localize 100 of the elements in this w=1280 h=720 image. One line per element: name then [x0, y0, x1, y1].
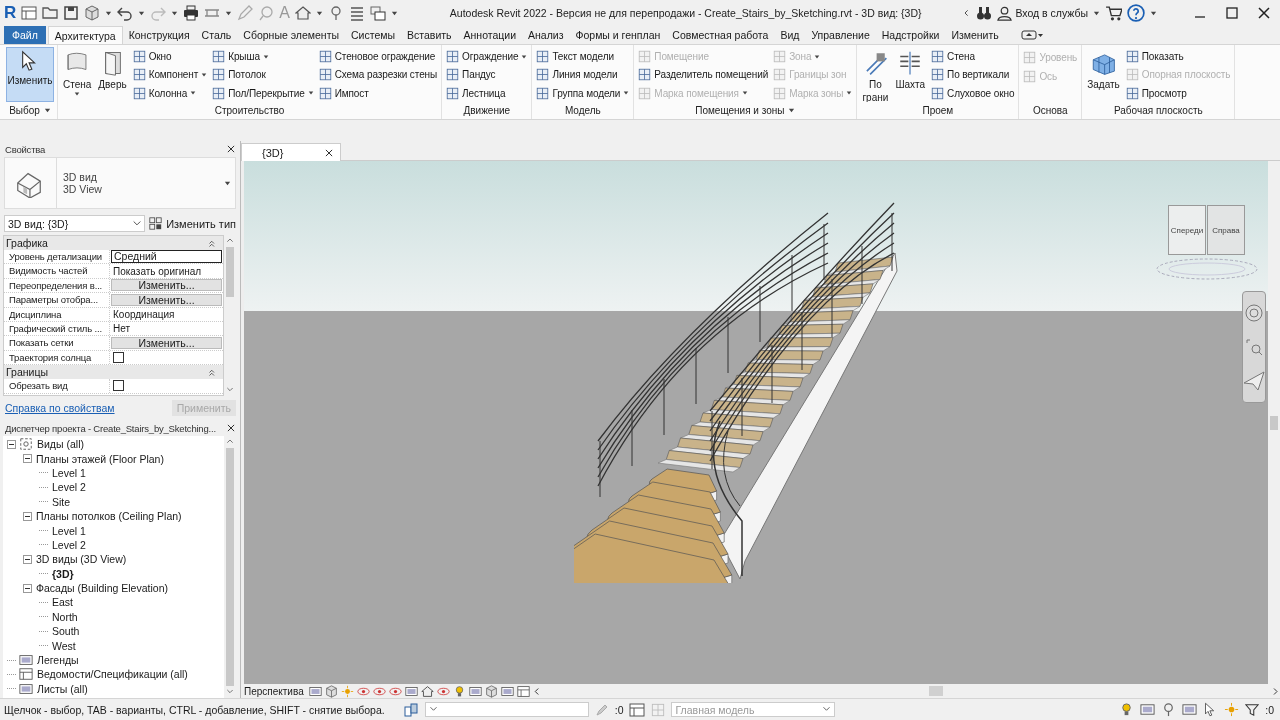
caret-icon[interactable]	[390, 9, 398, 17]
ribbon-tab[interactable]: Надстройки	[875, 26, 946, 44]
sign-in-button[interactable]: Вход в службы	[997, 5, 1088, 21]
arrow-right-icon[interactable]	[1271, 686, 1280, 696]
collapse-icon[interactable]	[7, 439, 16, 449]
tree-item[interactable]: {3D}	[51, 567, 75, 580]
ribbon-tab[interactable]: Формы и генплан	[569, 26, 667, 44]
ribbon-tab[interactable]: Вставить	[401, 26, 458, 44]
caret-icon[interactable]	[1093, 9, 1100, 17]
tool-button[interactable]: Стеновое ограждение	[317, 48, 439, 66]
scrollbar[interactable]	[224, 436, 236, 698]
panel-title-button[interactable]: Помещения и зоны	[695, 105, 796, 116]
caret-icon[interactable]	[1150, 9, 1157, 17]
tool-button[interactable]: Потолок	[211, 66, 315, 84]
caret-icon[interactable]	[225, 9, 233, 17]
tool-button[interactable]: Текст модели	[535, 48, 631, 66]
tool-button[interactable]: Колонна	[131, 84, 209, 102]
help-link[interactable]: Справка по свойствам	[5, 401, 115, 414]
close-icon[interactable]	[226, 144, 236, 154]
cube-face[interactable]: Справа	[1207, 205, 1245, 255]
steering-wheel-icon[interactable]	[1244, 303, 1264, 324]
view-style-label[interactable]: Перспектива	[244, 685, 304, 697]
checkbox[interactable]	[113, 351, 124, 363]
cart-icon[interactable]	[1105, 4, 1122, 22]
navigation-bar[interactable]	[1242, 291, 1266, 403]
tool-button[interactable]: Пандус	[445, 66, 529, 84]
type-selector[interactable]: 3D вид 3D View	[4, 157, 236, 209]
tree-item[interactable]: Level 2	[51, 481, 87, 494]
tool-button[interactable]: Крыша	[211, 48, 315, 66]
tool-button[interactable]: Изменить	[6, 47, 54, 102]
tree-item[interactable]: Level 1	[51, 524, 87, 537]
print-icon[interactable]	[183, 5, 200, 21]
caret-icon[interactable]	[315, 9, 323, 17]
save-icon[interactable]	[63, 5, 80, 21]
ribbon-tab[interactable]: Аннотации	[457, 26, 523, 44]
property-field[interactable]: Средний	[111, 250, 222, 264]
unlock-view-icon[interactable]	[420, 684, 434, 698]
tool-button[interactable]: Пол/Перекрытие	[211, 84, 315, 102]
table-icon[interactable]	[629, 701, 646, 718]
switch-windows-icon[interactable]	[369, 5, 386, 21]
collapse-icon[interactable]	[23, 511, 32, 521]
tree-item[interactable]: North	[51, 610, 79, 623]
tree-item[interactable]: South	[51, 625, 81, 638]
collapse-icon[interactable]	[23, 583, 32, 593]
tool-button[interactable]: Дверь	[96, 47, 129, 102]
tool-button[interactable]: Линия модели	[535, 66, 631, 84]
tree-item[interactable]: Планы потолков (Ceiling Plan)	[35, 510, 183, 523]
scrollbar-thumb[interactable]	[929, 686, 944, 696]
ribbon-tab[interactable]: Архитектура	[47, 26, 123, 44]
tree-item[interactable]: West	[51, 639, 77, 652]
tree-item[interactable]: Планы этажей (Floor Plan)	[35, 452, 165, 465]
ribbon-tab[interactable]: Вид	[774, 26, 806, 44]
tool-button[interactable]: Импост	[317, 84, 439, 102]
view-tab[interactable]: {3D}	[241, 143, 341, 161]
checkbox[interactable]	[113, 380, 124, 392]
tree-item[interactable]: Level 1	[51, 466, 87, 479]
panel-title-button[interactable]: Выбор	[9, 105, 51, 116]
folder-icon[interactable]	[42, 5, 59, 21]
edit-button[interactable]: Изменить...	[111, 279, 222, 292]
app-logo[interactable]: R	[4, 4, 17, 22]
paper-plane-icon[interactable]	[1243, 370, 1265, 391]
tree-item[interactable]: Level 2	[51, 538, 87, 551]
tree-item[interactable]: Site	[51, 495, 72, 508]
maximize-button[interactable]	[1224, 5, 1240, 21]
edit-button[interactable]: Изменить...	[111, 293, 222, 306]
tree-item[interactable]: Легенды	[36, 654, 80, 667]
edit-button[interactable]: Изменить...	[111, 337, 222, 350]
collapse-icon[interactable]	[23, 454, 32, 464]
tool-button[interactable]: Ограждение	[445, 48, 529, 66]
tree-item[interactable]: 3D виды (3D View)	[35, 553, 128, 566]
workset-icon[interactable]	[402, 701, 419, 718]
visual-style-icon[interactable]	[324, 684, 338, 698]
ribbon-tab[interactable]: Сталь	[195, 26, 238, 44]
instance-dropdown[interactable]: 3D вид: {3D}	[4, 215, 146, 232]
caret-icon[interactable]	[138, 9, 146, 17]
tool-button[interactable]: По вертикали	[930, 66, 1016, 84]
filter-icon[interactable]	[1245, 702, 1260, 717]
tool-button[interactable]: Стена	[61, 47, 94, 102]
tool-button[interactable]: Лестница	[445, 84, 529, 102]
ribbon-tab[interactable]: Файл	[4, 26, 46, 44]
window-icon[interactable]	[21, 5, 38, 21]
close-icon[interactable]	[226, 423, 236, 433]
close-button[interactable]	[1256, 5, 1272, 21]
tool-button[interactable]: Шахта	[893, 47, 928, 102]
tool-button[interactable]: Показать	[1124, 48, 1232, 66]
tool-button[interactable]: Стена	[930, 48, 1016, 66]
3d-view-icon[interactable]	[294, 5, 311, 21]
close-icon[interactable]	[324, 147, 334, 158]
scrollbar-thumb[interactable]	[1270, 415, 1278, 430]
scrollbar-thumb[interactable]	[226, 448, 234, 686]
tool-button[interactable]: Слуховое окно	[930, 84, 1016, 102]
tool-button[interactable]: Задать	[1085, 47, 1122, 102]
tree-item[interactable]: Фасады (Building Elevation)	[35, 582, 169, 595]
tool-button[interactable]: Схема разрезки стены	[317, 66, 439, 84]
tool-button[interactable]: Просмотр	[1124, 84, 1232, 102]
caret-icon[interactable]	[171, 9, 179, 17]
ribbon-tab[interactable]: Изменить	[945, 26, 1005, 44]
ribbon-tab[interactable]: Управление	[805, 26, 876, 44]
tree-item[interactable]: Листы (all)	[36, 682, 89, 695]
help-icon[interactable]	[1127, 4, 1145, 22]
